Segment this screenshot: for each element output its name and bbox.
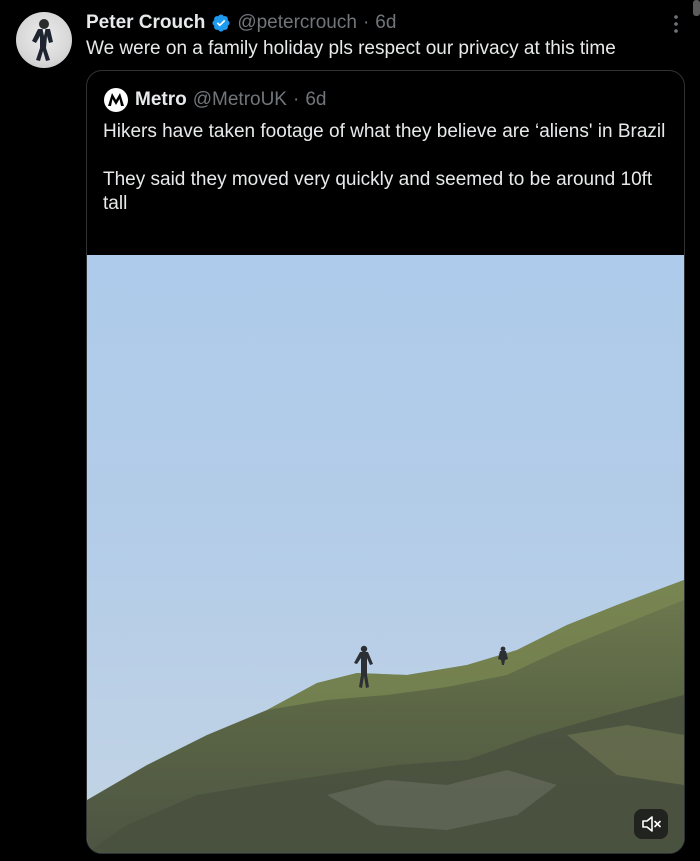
separator-dot: · xyxy=(362,12,370,33)
avatar[interactable] xyxy=(16,12,72,68)
timestamp[interactable]: 6d xyxy=(375,12,396,34)
quoted-tweet-header: Metro @MetroUK · 6d xyxy=(103,87,326,113)
scrollbar[interactable] xyxy=(693,0,700,16)
video-player[interactable] xyxy=(87,255,684,853)
quoted-paragraph: Hikers have taken footage of what they b… xyxy=(103,121,666,142)
quoted-tweet[interactable]: Metro @MetroUK · 6d Hikers have taken fo… xyxy=(86,70,685,854)
more-options-icon[interactable] xyxy=(666,14,686,34)
speaker-muted-icon xyxy=(642,816,661,832)
metro-logo-icon xyxy=(104,88,128,112)
quoted-author-handle[interactable]: @MetroUK xyxy=(193,89,287,111)
tweet-text: We were on a family holiday pls respect … xyxy=(86,38,616,59)
tweet-header: Peter Crouch @petercrouch · 6d xyxy=(86,10,660,36)
separator-dot: · xyxy=(292,89,300,110)
video-frame xyxy=(87,580,684,853)
mute-toggle-button[interactable] xyxy=(634,809,668,839)
quoted-tweet-text: Hikers have taken footage of what they b… xyxy=(103,120,668,240)
author-handle[interactable]: @petercrouch xyxy=(237,12,357,34)
quoted-author-name[interactable]: Metro xyxy=(135,89,187,111)
author-name[interactable]: Peter Crouch xyxy=(86,12,205,34)
quoted-paragraph: They said they moved very quickly and se… xyxy=(103,169,653,214)
quoted-timestamp[interactable]: 6d xyxy=(305,89,326,111)
verified-badge-icon xyxy=(212,14,230,32)
avatar-image xyxy=(32,19,53,61)
